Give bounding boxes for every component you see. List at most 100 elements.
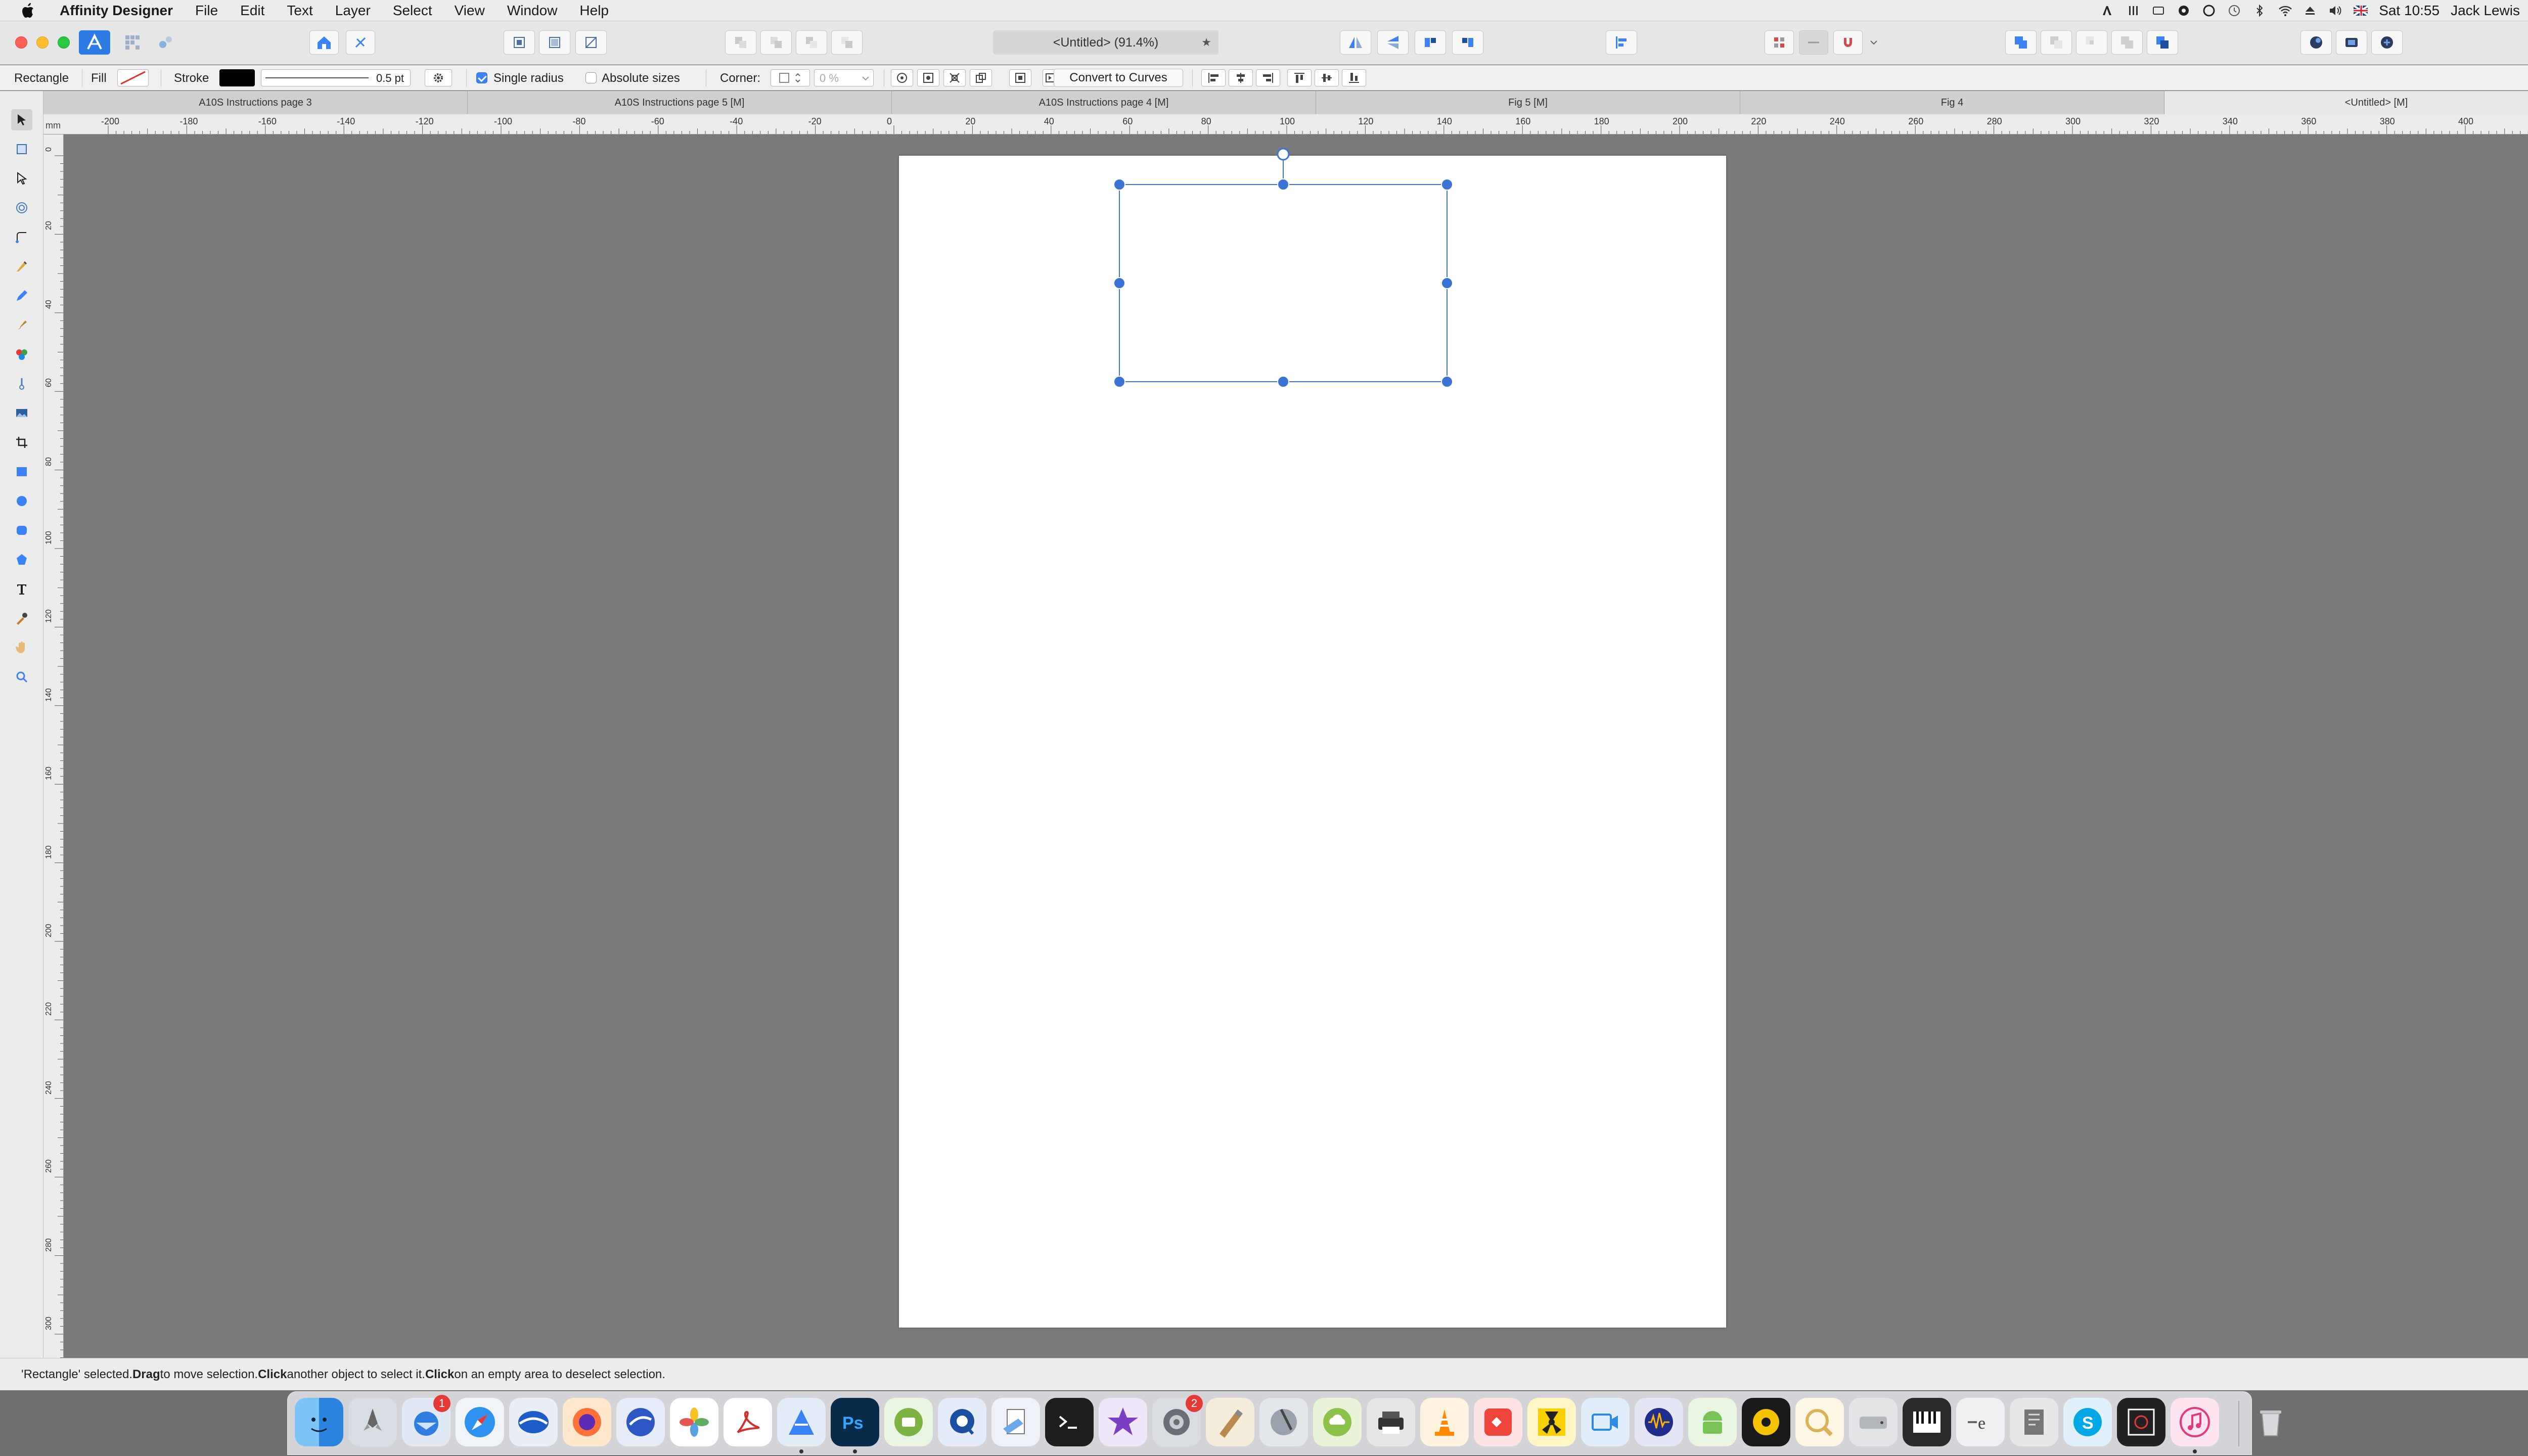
fill-swatch[interactable] bbox=[117, 69, 149, 86]
finder-icon[interactable] bbox=[295, 1398, 343, 1446]
menubar-user[interactable]: Jack Lewis bbox=[2451, 3, 2520, 19]
context-action-button-1[interactable] bbox=[891, 69, 913, 86]
resize-handle-left[interactable] bbox=[1113, 277, 1125, 289]
menu-window[interactable]: Window bbox=[496, 3, 569, 19]
studio-panel-button-1[interactable] bbox=[2300, 30, 2332, 55]
cloud-sync-icon[interactable] bbox=[1313, 1398, 1362, 1446]
context-action-button-3[interactable] bbox=[943, 69, 966, 86]
arrange-button-4[interactable] bbox=[831, 30, 863, 55]
eject-icon[interactable] bbox=[2303, 4, 2317, 18]
bluetooth-icon[interactable] bbox=[2252, 4, 2267, 18]
pen-tool-icon[interactable] bbox=[11, 256, 32, 277]
transform-button-3[interactable] bbox=[575, 30, 607, 55]
apple-icon[interactable] bbox=[19, 2, 36, 19]
menu-text[interactable]: Text bbox=[276, 3, 324, 19]
hand-tool-icon[interactable] bbox=[11, 637, 32, 658]
trash-icon[interactable] bbox=[2246, 1398, 2295, 1446]
resize-handle-bottom-right[interactable] bbox=[1441, 376, 1453, 388]
stroke-width-slider[interactable]: 0.5 pt bbox=[261, 69, 411, 86]
piano-app-icon[interactable] bbox=[1903, 1398, 1951, 1446]
boolean-divide-button[interactable] bbox=[2147, 30, 2178, 55]
stroke-swatch[interactable] bbox=[219, 69, 255, 86]
rotation-handle[interactable] bbox=[1277, 148, 1290, 161]
terminal-icon[interactable] bbox=[1045, 1398, 1094, 1446]
absolute-sizes-checkbox[interactable] bbox=[585, 72, 597, 83]
transparency-tool-icon[interactable] bbox=[11, 373, 32, 394]
text-tool-app-icon[interactable]: e bbox=[1956, 1398, 2005, 1446]
remote-desktop-icon[interactable] bbox=[509, 1398, 558, 1446]
designer-persona-button[interactable] bbox=[79, 30, 110, 55]
circle-status-icon[interactable] bbox=[2202, 4, 2216, 18]
vector-brush-tool-icon[interactable] bbox=[11, 314, 32, 336]
studio-panel-button-3[interactable] bbox=[2371, 30, 2403, 55]
tab-a10s-page-4[interactable]: A10S Instructions page 4 [M] bbox=[892, 91, 1316, 114]
crop-tool-icon[interactable] bbox=[11, 432, 32, 453]
context-action-button-2[interactable] bbox=[917, 69, 939, 86]
convert-to-curves-button[interactable]: Convert to Curves bbox=[1054, 69, 1183, 87]
resize-handle-top-left[interactable] bbox=[1113, 178, 1125, 191]
window-close-button[interactable] bbox=[15, 36, 27, 49]
menubar-clock[interactable]: Sat 10:55 bbox=[2379, 3, 2440, 19]
ellipse-tool-icon[interactable] bbox=[11, 490, 32, 512]
align-top-button[interactable] bbox=[1287, 69, 1312, 86]
image-capture-icon[interactable] bbox=[884, 1398, 933, 1446]
zoom-tool-icon[interactable] bbox=[11, 666, 32, 688]
fill-tool-icon[interactable] bbox=[11, 344, 32, 365]
file-merge-icon[interactable] bbox=[2010, 1398, 2058, 1446]
corner-tool-icon[interactable] bbox=[11, 226, 32, 248]
radiation-app-icon[interactable] bbox=[1527, 1398, 1576, 1446]
pencil-tool-icon[interactable] bbox=[11, 285, 32, 306]
export-persona-button[interactable] bbox=[153, 30, 179, 55]
artboard-tool-icon[interactable] bbox=[11, 139, 32, 160]
imovie-icon[interactable] bbox=[1099, 1398, 1147, 1446]
tab-a10s-page-3[interactable]: A10S Instructions page 3 bbox=[43, 91, 468, 114]
arrange-button-2[interactable] bbox=[760, 30, 792, 55]
document-title[interactable]: <Untitled> (91.4%) ★ bbox=[993, 30, 1218, 55]
align-left-button[interactable] bbox=[1201, 69, 1226, 86]
align-bottom-button[interactable] bbox=[1342, 69, 1366, 86]
horizontal-ruler[interactable]: -200 -180 -160 -140 -120 -100 -80 -60 -40 -20 0 20 4… bbox=[43, 114, 2528, 134]
android-studio-icon[interactable] bbox=[1688, 1398, 1737, 1446]
window-zoom-button[interactable] bbox=[58, 36, 70, 49]
brush-app-icon[interactable] bbox=[1206, 1398, 1254, 1446]
place-image-tool-icon[interactable] bbox=[11, 402, 32, 424]
shape-tool-icon[interactable] bbox=[11, 549, 32, 570]
anydesk-icon[interactable] bbox=[1474, 1398, 1522, 1446]
disk-utility-icon[interactable] bbox=[1259, 1398, 1308, 1446]
hard-drive-icon[interactable] bbox=[1849, 1398, 1898, 1446]
boolean-xor-button[interactable] bbox=[2111, 30, 2143, 55]
tab-untitled[interactable]: <Untitled> [M] bbox=[2164, 91, 2528, 114]
record-status-icon[interactable] bbox=[2177, 4, 2191, 18]
transform-button-1[interactable] bbox=[504, 30, 535, 55]
window-minimize-button[interactable] bbox=[36, 36, 49, 49]
node-tool-icon[interactable] bbox=[11, 168, 32, 189]
corner-type-dropdown[interactable] bbox=[771, 69, 810, 86]
arrange-button-1[interactable] bbox=[725, 30, 756, 55]
itunes-icon[interactable] bbox=[2171, 1398, 2219, 1446]
facetime-camera-icon[interactable] bbox=[1581, 1398, 1630, 1446]
resize-handle-top[interactable] bbox=[1277, 178, 1289, 191]
adobe-status-icon[interactable] bbox=[2101, 4, 2115, 18]
preview-icon[interactable] bbox=[991, 1398, 1040, 1446]
menu-help[interactable]: Help bbox=[568, 3, 620, 19]
firefox-icon[interactable] bbox=[563, 1398, 611, 1446]
menu-layer[interactable]: Layer bbox=[324, 3, 382, 19]
assistant-button[interactable] bbox=[309, 30, 339, 55]
rectangle-tool-icon[interactable] bbox=[11, 461, 32, 482]
studio-panel-button-2[interactable] bbox=[2336, 30, 2367, 55]
vertical-ruler[interactable]: 0 20 40 60 80 100 120 140 160 180 200 220 240 260 280 3… bbox=[43, 134, 64, 1358]
corner-radius-field[interactable]: 0 % bbox=[814, 69, 874, 86]
affinity-designer-dock-icon[interactable] bbox=[777, 1398, 826, 1446]
snapping-options-button[interactable] bbox=[1799, 30, 1828, 55]
snapping-magnet-button[interactable] bbox=[1833, 30, 1863, 55]
tab-fig-5[interactable]: Fig 5 [M] bbox=[1316, 91, 1740, 114]
rotate-left-button[interactable] bbox=[1415, 30, 1446, 55]
resize-handle-bottom-left[interactable] bbox=[1113, 376, 1125, 388]
menu-select[interactable]: Select bbox=[382, 3, 443, 19]
align-button[interactable] bbox=[1606, 30, 1637, 55]
rotate-right-button[interactable] bbox=[1452, 30, 1483, 55]
tab-fig-4[interactable]: Fig 4 bbox=[1740, 91, 2164, 114]
contour-tool-icon[interactable] bbox=[11, 197, 32, 218]
menu-file[interactable]: File bbox=[184, 3, 229, 19]
flip-horizontal-button[interactable] bbox=[1340, 30, 1371, 55]
